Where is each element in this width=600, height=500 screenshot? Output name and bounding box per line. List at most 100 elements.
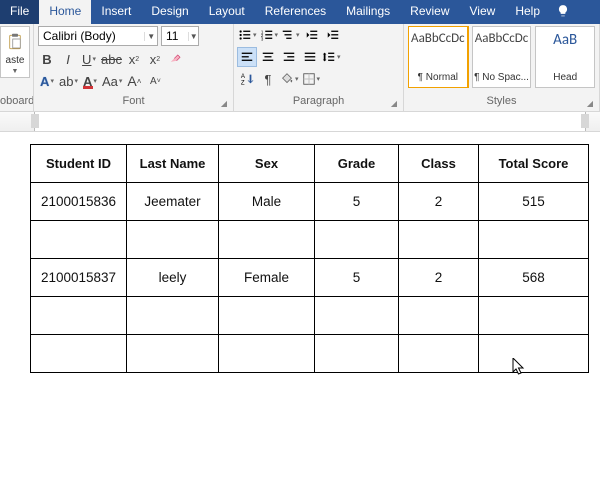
table-cell[interactable] (31, 335, 127, 373)
align-right-button[interactable] (280, 48, 298, 66)
table-cell[interactable] (479, 335, 589, 373)
tab-review[interactable]: Review (400, 0, 459, 24)
horizontal-ruler[interactable] (0, 112, 600, 132)
style-heading1[interactable]: AaB Head (535, 26, 595, 88)
tab-mailings[interactable]: Mailings (336, 0, 400, 24)
table-cell[interactable] (315, 335, 399, 373)
table-cell[interactable]: Jeemater (127, 183, 219, 221)
font-name-dropdown-icon[interactable]: ▼ (144, 32, 157, 41)
borders-button[interactable]: ▾ (302, 70, 321, 88)
table-cell[interactable] (127, 297, 219, 335)
table-cell[interactable]: 5 (315, 259, 399, 297)
subscript-button[interactable]: x2 (125, 50, 143, 68)
tab-insert[interactable]: Insert (91, 0, 141, 24)
ribbon-tabs: File Home Insert Design Layout Reference… (0, 0, 600, 24)
table-cell[interactable]: 515 (479, 183, 589, 221)
shading-button[interactable]: ▾ (280, 70, 299, 88)
table-cell[interactable] (127, 335, 219, 373)
font-name-input[interactable] (39, 29, 144, 43)
bold-button[interactable]: B (38, 50, 56, 68)
paragraph-dialog-launcher-icon[interactable]: ◢ (391, 99, 397, 108)
strikethrough-button[interactable]: abc (101, 50, 122, 68)
tab-references[interactable]: References (255, 0, 336, 24)
table-cell[interactable]: Female (219, 259, 315, 297)
col-last-name[interactable]: Last Name (127, 145, 219, 183)
text-effects-button[interactable]: A▾ (38, 72, 56, 90)
tab-design[interactable]: Design (141, 0, 198, 24)
grow-font-button[interactable]: A˄ (125, 72, 143, 90)
font-name-combo[interactable]: ▼ (38, 26, 158, 46)
bullets-button[interactable]: ▾ (238, 26, 257, 44)
ruler-left-margin[interactable] (31, 114, 39, 128)
justify-button[interactable] (301, 48, 319, 66)
sort-button[interactable]: AZ (238, 70, 256, 88)
table-cell[interactable]: Male (219, 183, 315, 221)
italic-button[interactable]: I (59, 50, 77, 68)
table-cell[interactable] (399, 221, 479, 259)
col-total-score[interactable]: Total Score (479, 145, 589, 183)
underline-button[interactable]: U▾ (80, 50, 98, 68)
align-center-button[interactable] (259, 48, 277, 66)
table-row[interactable] (31, 221, 589, 259)
table-cell[interactable] (315, 221, 399, 259)
table-cell[interactable]: 2 (399, 259, 479, 297)
tell-me-icon[interactable] (550, 0, 576, 24)
table-cell[interactable]: 2100015836 (31, 183, 127, 221)
table-cell[interactable] (219, 221, 315, 259)
multilevel-list-button[interactable]: ▾ (281, 26, 300, 44)
table-cell[interactable] (31, 221, 127, 259)
font-size-combo[interactable]: ▼ (161, 26, 199, 46)
line-spacing-button[interactable]: ▾ (322, 48, 341, 66)
col-class[interactable]: Class (399, 145, 479, 183)
table-header-row[interactable]: Student ID Last Name Sex Grade Class Tot… (31, 145, 589, 183)
clear-formatting-button[interactable] (167, 50, 185, 68)
table-row[interactable] (31, 297, 589, 335)
tab-view[interactable]: View (460, 0, 506, 24)
font-color-button[interactable]: A▾ (81, 72, 99, 90)
table-row[interactable] (31, 335, 589, 373)
style-normal[interactable]: AaBbCcDc ¶ Normal (408, 26, 468, 88)
table-row[interactable]: 2100015836JeematerMale52515 (31, 183, 589, 221)
table-cell[interactable] (31, 297, 127, 335)
table-cell[interactable]: 568 (479, 259, 589, 297)
font-size-input[interactable] (162, 29, 188, 43)
table-row[interactable]: 2100015837leelyFemale52568 (31, 259, 589, 297)
tab-home[interactable]: Home (39, 0, 91, 24)
change-case-button[interactable]: Aa▾ (102, 72, 122, 90)
paste-button[interactable]: aste ▼ (0, 26, 30, 78)
table-cell[interactable] (127, 221, 219, 259)
tab-help[interactable]: Help (505, 0, 550, 24)
shrink-font-button[interactable]: A˅ (146, 72, 164, 90)
superscript-button[interactable]: x2 (146, 50, 164, 68)
table-cell[interactable]: 2100015837 (31, 259, 127, 297)
highlight-button[interactable]: ab▾ (59, 72, 78, 90)
document-page[interactable]: Student ID Last Name Sex Grade Class Tot… (0, 132, 600, 500)
font-dialog-launcher-icon[interactable]: ◢ (221, 99, 227, 108)
table-cell[interactable]: leely (127, 259, 219, 297)
table-cell[interactable] (399, 297, 479, 335)
table-cell[interactable]: 5 (315, 183, 399, 221)
decrease-indent-button[interactable] (303, 26, 321, 44)
show-marks-button[interactable]: ¶ (259, 70, 277, 88)
table-cell[interactable] (399, 335, 479, 373)
align-left-button[interactable] (238, 48, 256, 66)
font-size-dropdown-icon[interactable]: ▼ (188, 32, 198, 41)
numbering-button[interactable]: 123▾ (260, 26, 279, 44)
style-no-spacing[interactable]: AaBbCcDc ¶ No Spac... (472, 26, 532, 88)
table-cell[interactable] (219, 297, 315, 335)
increase-indent-button[interactable] (324, 26, 342, 44)
table-cell[interactable] (479, 221, 589, 259)
table-cell[interactable] (315, 297, 399, 335)
style-preview: AaB (553, 31, 577, 49)
ruler-right-margin[interactable] (581, 114, 589, 128)
styles-dialog-launcher-icon[interactable]: ◢ (587, 99, 593, 108)
table-cell[interactable]: 2 (399, 183, 479, 221)
student-table[interactable]: Student ID Last Name Sex Grade Class Tot… (30, 144, 589, 373)
col-grade[interactable]: Grade (315, 145, 399, 183)
table-cell[interactable] (219, 335, 315, 373)
col-student-id[interactable]: Student ID (31, 145, 127, 183)
col-sex[interactable]: Sex (219, 145, 315, 183)
tab-layout[interactable]: Layout (199, 0, 255, 24)
tab-file[interactable]: File (0, 0, 39, 24)
table-cell[interactable] (479, 297, 589, 335)
